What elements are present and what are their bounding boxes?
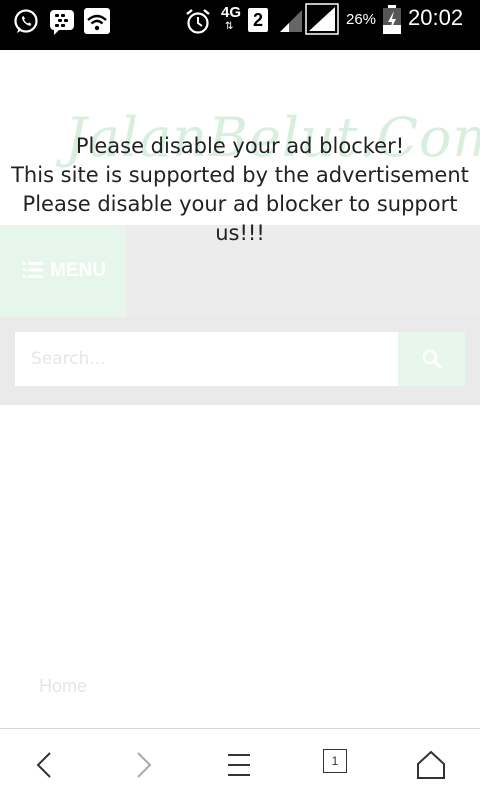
- back-icon[interactable]: [30, 749, 62, 781]
- list-icon: [23, 262, 43, 278]
- signal-icon: [280, 10, 302, 32]
- sim-slot-badge: 2: [248, 8, 268, 32]
- adblock-notice-line: This site is supported by the advertisem…: [11, 163, 469, 187]
- search-input[interactable]: [15, 332, 398, 386]
- adblock-notice-line: Please disable your ad blocker to suppor…: [22, 192, 458, 216]
- menu-icon[interactable]: [223, 749, 255, 781]
- search-icon: [422, 349, 442, 369]
- data-arrows-icon: ⇅: [225, 21, 234, 32]
- whatsapp-icon: [14, 9, 38, 33]
- web-page: JalanBelut.Com MENU Please disable your …: [0, 50, 480, 728]
- blackberry-messenger-icon: [50, 10, 74, 35]
- battery-percent: 26%: [346, 11, 377, 28]
- browser-toolbar: 1: [0, 728, 480, 801]
- signal-full-icon: [305, 3, 339, 35]
- wifi-icon: [84, 8, 110, 34]
- battery-charging-icon: [383, 5, 401, 34]
- adblock-notice: Please disable your ad blocker! This sit…: [0, 132, 480, 248]
- adblock-notice-line: us!!!: [215, 221, 265, 245]
- search-bar: [0, 317, 480, 405]
- status-bar: 4G ⇅ 2 26% 20:02: [0, 0, 480, 50]
- tabs-button[interactable]: 1: [323, 749, 347, 773]
- network-type-label: 4G: [221, 4, 242, 21]
- menu-label: MENU: [50, 260, 106, 281]
- home-link[interactable]: Home: [39, 676, 87, 697]
- tab-count: 1: [331, 754, 339, 768]
- home-icon[interactable]: [415, 749, 447, 781]
- clock: 20:02: [408, 5, 464, 30]
- forward-icon[interactable]: [128, 749, 160, 781]
- adblock-notice-line: Please disable your ad blocker!: [75, 134, 405, 158]
- alarm-icon: [186, 9, 210, 34]
- search-button[interactable]: [398, 332, 465, 386]
